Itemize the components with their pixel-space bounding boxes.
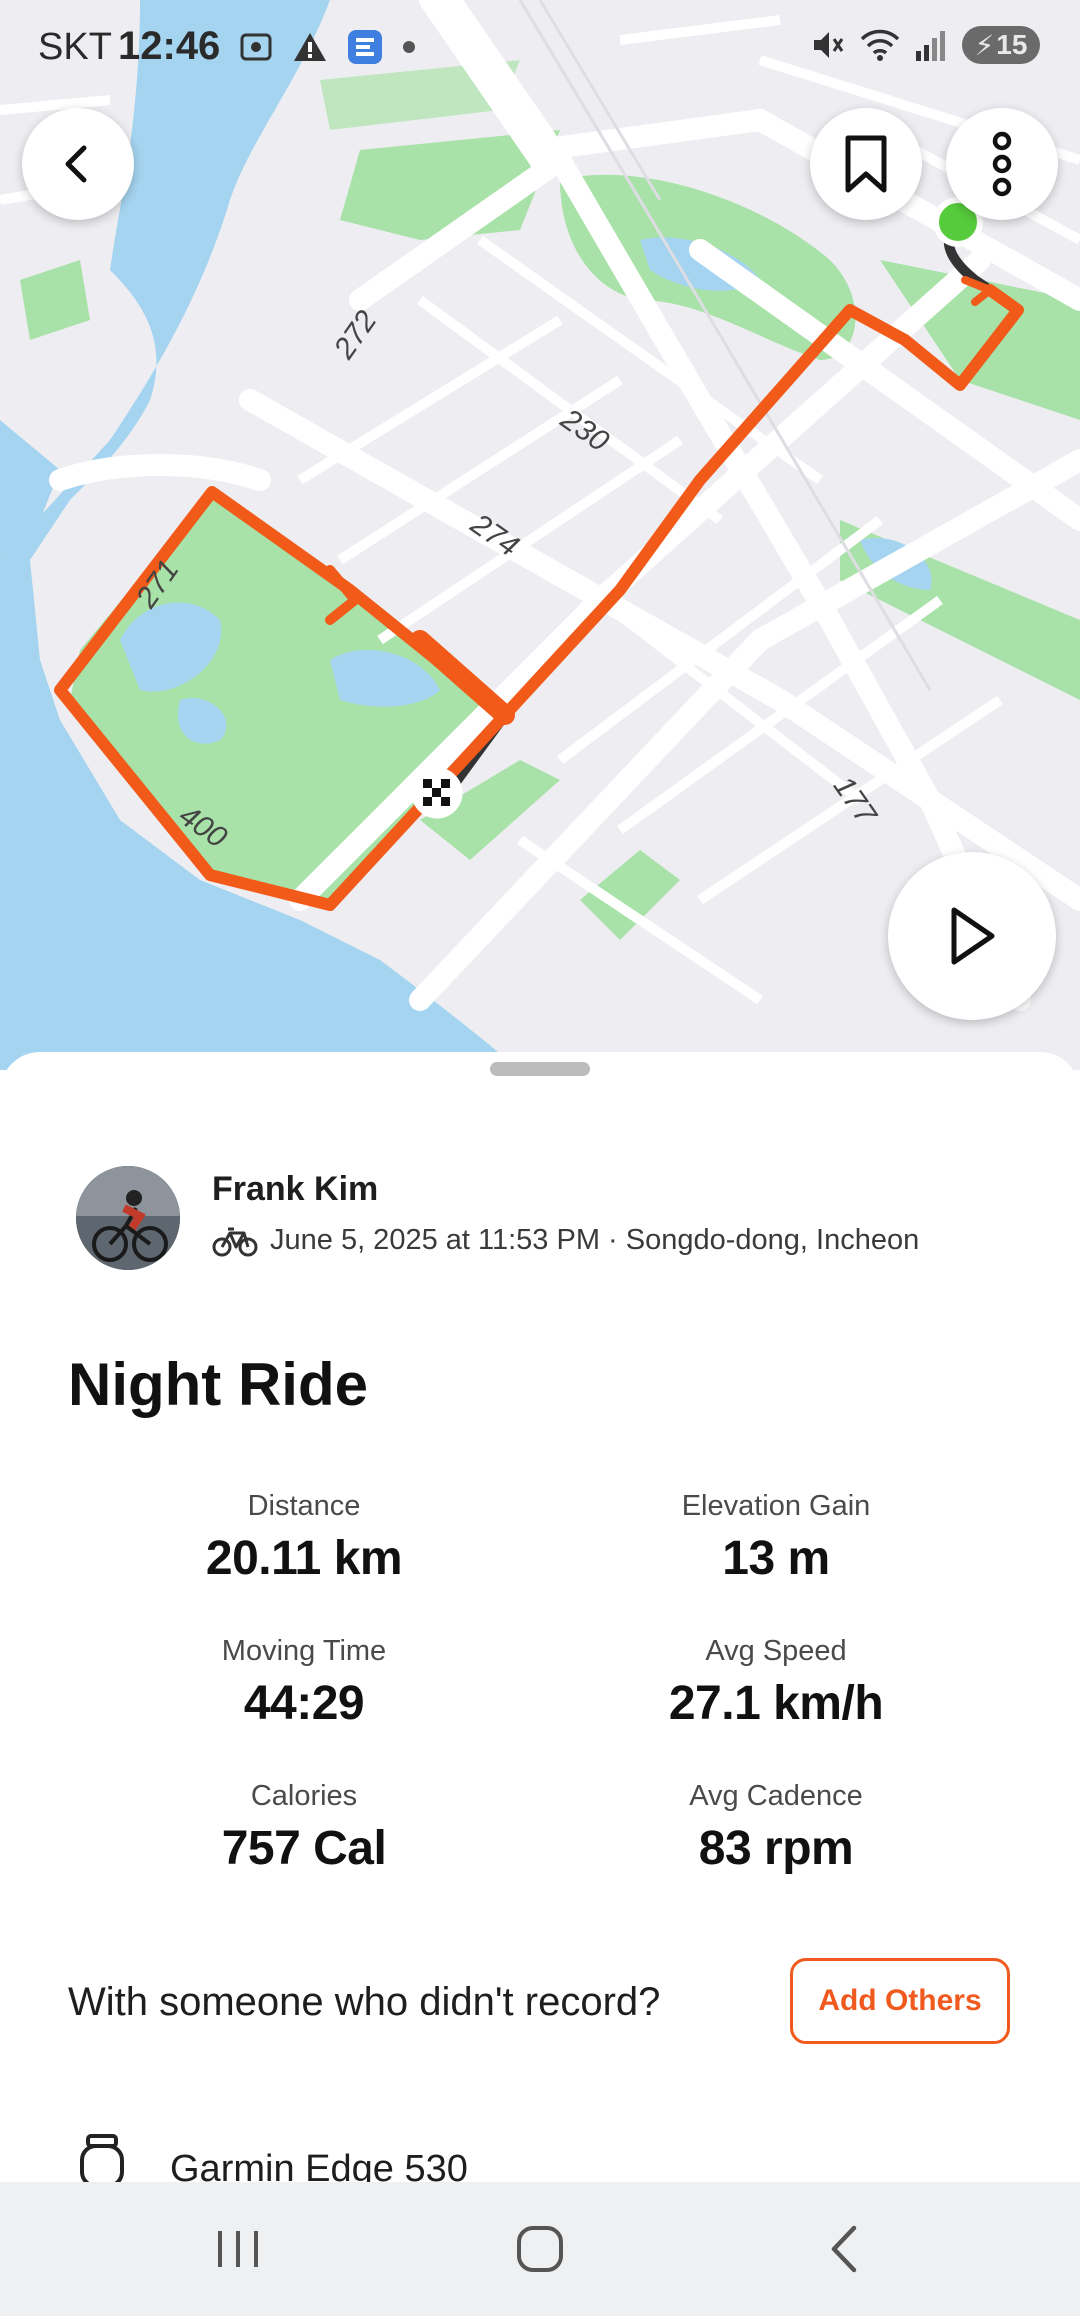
bookmark-button[interactable] bbox=[810, 108, 922, 220]
back-icon bbox=[65, 145, 87, 183]
stat-value: 13 m bbox=[722, 1532, 830, 1585]
stat-elevation-gain: Elevation Gain 13 m bbox=[566, 1490, 986, 1586]
stat-value: 20.11 km bbox=[205, 1532, 403, 1585]
bike-icon bbox=[212, 1227, 258, 1256]
app-notification-icon bbox=[348, 30, 382, 64]
status-bar: SKT 12:46 ⚡ 15 bbox=[0, 0, 1080, 96]
screenshot-icon bbox=[240, 33, 272, 61]
back-nav-icon bbox=[831, 2225, 857, 2273]
stat-value: 27.1 km/h bbox=[668, 1677, 884, 1730]
drag-handle[interactable] bbox=[490, 1062, 590, 1076]
stat-label: Avg Speed bbox=[705, 1635, 847, 1667]
stat-value: 83 rpm bbox=[698, 1822, 854, 1875]
stat-value: 44:29 bbox=[243, 1677, 365, 1730]
stat-label: Elevation Gain bbox=[681, 1490, 871, 1522]
back-button[interactable] bbox=[22, 108, 134, 220]
recents-icon bbox=[218, 2231, 258, 2267]
play-icon bbox=[951, 907, 995, 965]
activity-title: Night Ride bbox=[68, 1351, 368, 1418]
mute-icon bbox=[814, 32, 844, 58]
add-others-button[interactable]: Add Others bbox=[790, 1958, 1010, 2044]
with-others-prompt: With someone who didn't record? bbox=[68, 1980, 661, 2024]
bookmark-icon bbox=[845, 135, 887, 193]
back-nav-button[interactable] bbox=[784, 2212, 904, 2286]
more-icon bbox=[992, 131, 1012, 197]
stat-avg-speed: Avg Speed 27.1 km/h bbox=[566, 1635, 986, 1731]
warning-icon bbox=[294, 33, 326, 61]
stat-label: Calories bbox=[250, 1780, 358, 1812]
stat-calories: Calories 757 Cal bbox=[94, 1780, 514, 1876]
activity-meta: June 5, 2025 at 11:53 PM · Songdo-dong, … bbox=[270, 1224, 920, 1256]
stat-moving-time: Moving Time 44:29 bbox=[94, 1635, 514, 1731]
wifi-icon bbox=[860, 29, 900, 61]
play-flyover-button[interactable] bbox=[888, 852, 1056, 1020]
finish-marker bbox=[411, 767, 463, 819]
clock: 12:46 bbox=[118, 24, 221, 68]
home-icon bbox=[517, 2226, 563, 2272]
more-options-button[interactable] bbox=[946, 108, 1058, 220]
stat-distance: Distance 20.11 km bbox=[94, 1490, 514, 1586]
dot-icon bbox=[403, 41, 415, 53]
battery-icon: ⚡ 15 bbox=[962, 26, 1040, 64]
system-nav-bar bbox=[0, 2182, 1080, 2316]
stat-avg-cadence: Avg Cadence 83 rpm bbox=[566, 1780, 986, 1876]
avatar[interactable] bbox=[76, 1166, 180, 1270]
home-button[interactable] bbox=[480, 2212, 600, 2286]
athlete-name[interactable]: Frank Kim bbox=[212, 1170, 378, 1209]
stat-label: Avg Cadence bbox=[689, 1780, 863, 1812]
recents-button[interactable] bbox=[178, 2212, 298, 2286]
stat-value: 757 Cal bbox=[221, 1822, 387, 1875]
signal-icon bbox=[916, 31, 945, 61]
stat-label: Distance bbox=[247, 1490, 361, 1522]
stat-label: Moving Time bbox=[221, 1635, 387, 1667]
carrier-label: SKT bbox=[38, 26, 112, 68]
